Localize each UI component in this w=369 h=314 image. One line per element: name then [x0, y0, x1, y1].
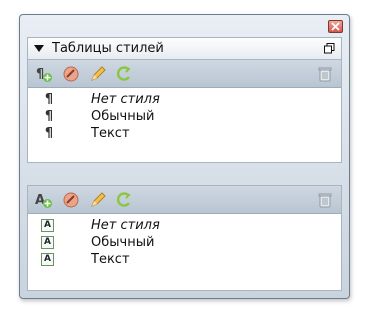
- pencil-icon[interactable]: [89, 65, 107, 83]
- character-style-icon: A: [41, 219, 54, 232]
- list-item[interactable]: A Нет стиля: [28, 217, 341, 234]
- style-label: Текст: [91, 126, 130, 141]
- style-label: Обычный: [91, 109, 155, 124]
- list-item[interactable]: A Обычный: [28, 234, 341, 251]
- trash-icon[interactable]: [316, 191, 334, 209]
- collapse-triangle-icon[interactable]: [34, 45, 44, 52]
- style-label: Нет стиля: [91, 218, 160, 233]
- new-character-style-icon[interactable]: A: [35, 191, 53, 209]
- pencil-icon[interactable]: [89, 191, 107, 209]
- list-item[interactable]: ¶ Текст: [28, 125, 341, 142]
- style-label: Обычный: [91, 235, 155, 250]
- new-paragraph-style-icon[interactable]: ¶: [35, 65, 53, 83]
- paragraph-toolbar: ¶: [28, 60, 341, 88]
- svg-text:¶: ¶: [36, 67, 44, 82]
- paragraph-icon: ¶: [44, 126, 54, 141]
- character-style-icon: A: [41, 253, 54, 266]
- edit-style-icon[interactable]: [62, 191, 80, 209]
- character-toolbar: A: [28, 186, 341, 214]
- close-icon: [331, 22, 340, 31]
- character-style-list: A Нет стиля A Обычный A Текст: [28, 214, 341, 268]
- update-style-icon[interactable]: [115, 191, 133, 209]
- panel-header[interactable]: Таблицы стилей: [27, 37, 342, 59]
- close-button[interactable]: [328, 20, 343, 33]
- edit-style-icon[interactable]: [62, 65, 80, 83]
- panel-titlebar[interactable]: [20, 15, 349, 37]
- paragraph-icon: ¶: [44, 92, 54, 107]
- list-item[interactable]: ¶ Нет стиля: [28, 91, 341, 108]
- svg-text:A: A: [35, 193, 45, 208]
- character-styles-section: A A Нет стиля A Обычный A Текст: [27, 185, 342, 291]
- paragraph-styles-section: ¶ ¶ Нет стиля ¶ Обычный ¶ Текст: [27, 59, 342, 163]
- update-style-icon[interactable]: [115, 65, 133, 83]
- trash-icon[interactable]: [316, 65, 334, 83]
- list-item[interactable]: ¶ Обычный: [28, 108, 341, 125]
- style-sheets-panel: Таблицы стилей ¶ ¶ Нет стиля ¶ Обычный ¶…: [19, 14, 350, 299]
- list-item[interactable]: A Текст: [28, 251, 341, 268]
- character-style-icon: A: [41, 236, 54, 249]
- style-label: Текст: [91, 252, 130, 267]
- panel-title: Таблицы стилей: [52, 41, 164, 56]
- panel-menu-icon[interactable]: [324, 43, 335, 54]
- paragraph-style-list: ¶ Нет стиля ¶ Обычный ¶ Текст: [28, 88, 341, 142]
- paragraph-icon: ¶: [44, 109, 54, 124]
- style-label: Нет стиля: [91, 92, 160, 107]
